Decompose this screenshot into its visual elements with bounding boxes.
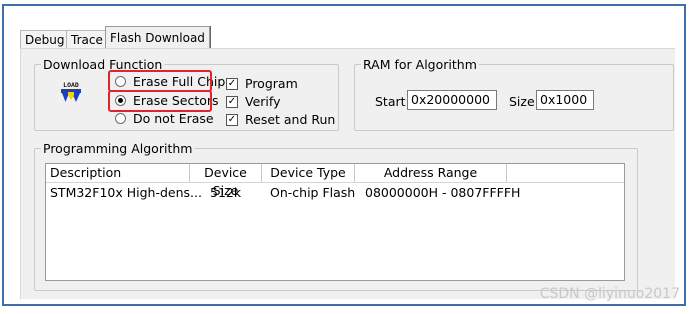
load-icon: LOAD [61, 81, 81, 102]
highlight-box-erase-full-chip [108, 70, 212, 92]
row-address-range[interactable]: 08000000H - 0807FFFFH [365, 184, 520, 202]
do-not-erase-label: Do not Erase [133, 111, 214, 126]
do-not-erase-radio[interactable]: Do not Erase [115, 111, 214, 126]
svg-text:LOAD: LOAD [63, 81, 79, 89]
program-checkbox[interactable]: ✓ Program [226, 76, 298, 91]
size-label: Size: [509, 94, 539, 109]
tab-trace[interactable]: Trace [66, 30, 108, 49]
column-header-device-type[interactable]: Device Type [262, 164, 355, 183]
reset-and-run-checkbox[interactable]: ✓ Reset and Run [226, 112, 335, 127]
size-input[interactable]: 0x1000 [536, 90, 594, 110]
column-header-address-range[interactable]: Address Range [355, 164, 507, 183]
tab-debug[interactable]: Debug [20, 30, 70, 49]
program-label: Program [245, 76, 298, 91]
column-header-empty [507, 164, 624, 183]
tab-flash-download[interactable]: Flash Download [105, 26, 210, 50]
programming-algorithm-title: Programming Algorithm [43, 141, 193, 156]
start-address-input[interactable]: 0x20000000 [407, 90, 497, 110]
column-header-device-size[interactable]: Device Size [190, 164, 262, 198]
start-label: Start: [375, 94, 410, 109]
highlight-box-erase-sectors [108, 90, 212, 112]
check-icon: ✓ [226, 113, 238, 126]
column-header-description[interactable]: Description [46, 164, 190, 183]
watermark: CSDN @liyinuo2017 [539, 286, 680, 302]
check-icon: ✓ [226, 77, 238, 90]
row-device-type[interactable]: On-chip Flash [270, 184, 355, 202]
algorithm-list[interactable]: Description Device Size Device Type Addr… [45, 163, 625, 281]
ram-for-algorithm-title: RAM for Algorithm [363, 57, 477, 72]
row-description[interactable]: STM32F10x High-dens... [50, 184, 202, 202]
verify-label: Verify [245, 94, 281, 109]
verify-checkbox[interactable]: ✓ Verify [226, 94, 280, 109]
row-device-size[interactable]: 512k [210, 184, 241, 202]
reset-and-run-label: Reset and Run [245, 112, 336, 127]
check-icon: ✓ [226, 95, 238, 108]
radio-circle [115, 113, 126, 124]
